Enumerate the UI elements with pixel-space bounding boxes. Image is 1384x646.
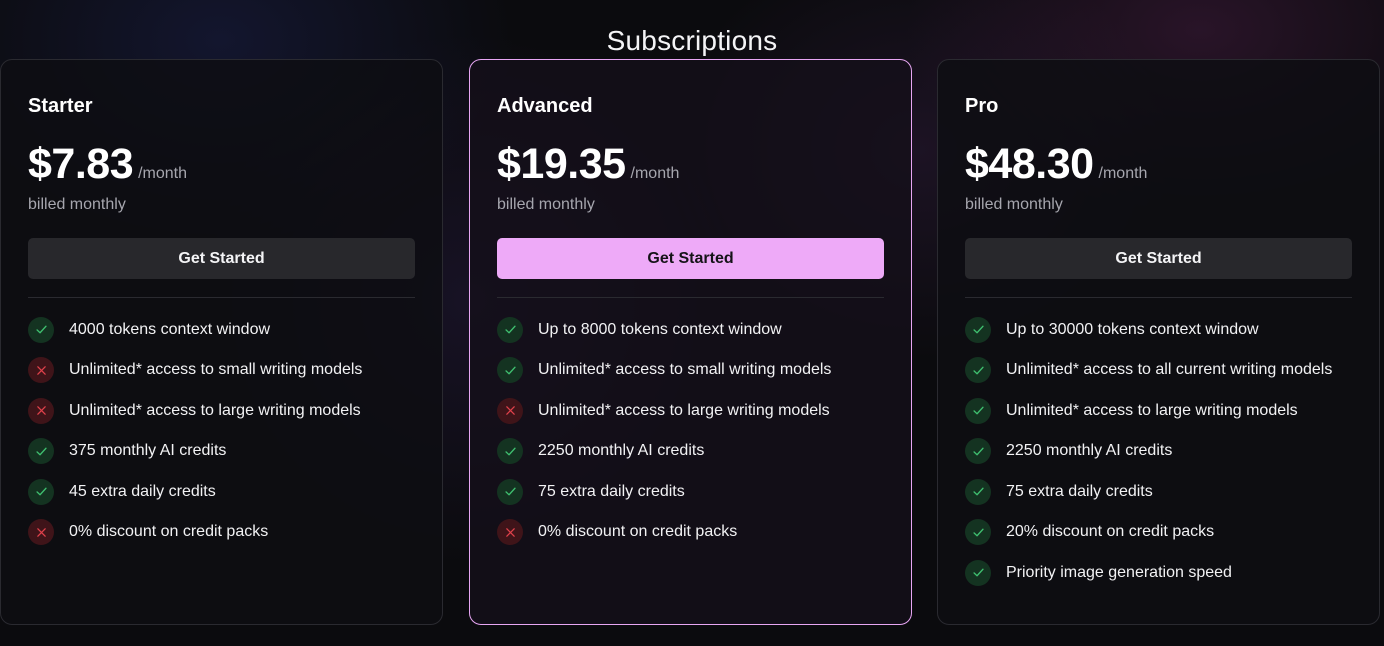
feature-item: 0% discount on credit packs [28, 519, 415, 546]
feature-item: 2250 monthly AI credits [497, 438, 884, 465]
check-icon [965, 478, 991, 505]
divider [965, 297, 1352, 298]
check-icon [28, 478, 54, 505]
check-icon [497, 478, 523, 505]
feature-item: Up to 8000 tokens context window [497, 316, 884, 343]
feature-item: Unlimited* access to all current writing… [965, 357, 1352, 384]
feature-list: 4000 tokens context window Unlimited* acc… [28, 316, 415, 546]
feature-text: 375 monthly AI credits [69, 442, 227, 459]
price-row: $7.83 /month [28, 140, 415, 192]
feature-text: 0% discount on credit packs [69, 523, 269, 540]
feature-text: 0% discount on credit packs [538, 523, 738, 540]
feature-text: Unlimited* access to large writing model… [538, 401, 830, 419]
feature-text: Up to 30000 tokens context window [1006, 320, 1259, 338]
feature-text: 75 extra daily credits [1006, 482, 1153, 500]
close-icon [497, 519, 523, 545]
feature-list: Up to 8000 tokens context window Unlimite… [497, 316, 884, 546]
feature-text: Unlimited* access to large writing model… [1006, 401, 1298, 419]
feature-item: 4000 tokens context window [28, 316, 415, 343]
divider [497, 297, 884, 298]
check-icon [28, 438, 54, 464]
feature-item: Unlimited* access to large writing model… [28, 397, 415, 424]
close-icon [28, 397, 54, 424]
plan-price: $7.83 [28, 140, 134, 188]
divider [28, 297, 415, 298]
feature-list: Up to 30000 tokens context window Unlimit… [965, 316, 1352, 586]
check-icon [497, 357, 523, 383]
feature-item: Up to 30000 tokens context window [965, 316, 1352, 343]
plan-name: Starter [28, 95, 93, 117]
close-icon [497, 397, 523, 424]
feature-text: Unlimited* access to large writing model… [69, 401, 361, 419]
feature-text: Unlimited* access to small writing model… [69, 361, 363, 378]
check-icon [965, 397, 991, 424]
feature-text: 45 extra daily credits [69, 482, 216, 500]
billing-note: billed monthly [497, 196, 595, 213]
close-icon [28, 357, 54, 383]
check-icon [497, 438, 523, 464]
feature-text: 2250 monthly AI credits [538, 442, 705, 459]
feature-item: Unlimited* access to small writing model… [28, 357, 415, 384]
feature-item: 2250 monthly AI credits [965, 438, 1352, 465]
close-icon [28, 519, 54, 545]
plan-name: Advanced [497, 95, 593, 117]
feature-text: 4000 tokens context window [69, 320, 271, 338]
feature-text: Up to 8000 tokens context window [538, 320, 782, 338]
feature-item: 75 extra daily credits [497, 478, 884, 505]
feature-text: Unlimited* access to all current writing… [1006, 361, 1333, 378]
feature-text: Priority image generation speed [1006, 563, 1232, 581]
billing-note: billed monthly [965, 196, 1063, 213]
check-icon [497, 316, 523, 343]
get-started-button-pro[interactable]: Get Started [965, 238, 1352, 279]
feature-item: Unlimited* access to large writing model… [965, 397, 1352, 424]
plan-period: /month [630, 165, 680, 182]
get-started-button-advanced[interactable]: Get Started [497, 238, 884, 279]
feature-item: Unlimited* access to small writing model… [497, 357, 884, 384]
check-icon [965, 559, 991, 586]
feature-item: Priority image generation speed [965, 559, 1352, 586]
plan-card-advanced: Advanced $19.35 /month billed monthly Ge… [469, 59, 912, 625]
check-icon [965, 316, 991, 343]
plan-name: Pro [965, 95, 999, 117]
plan-price: $19.35 [497, 140, 626, 188]
feature-text: 2250 monthly AI credits [1006, 442, 1173, 459]
feature-item: Unlimited* access to large writing model… [497, 397, 884, 424]
price-row: $19.35 /month [497, 140, 884, 192]
plan-card-pro: Pro $48.30 /month billed monthly Get Sta… [937, 59, 1380, 625]
feature-text: Unlimited* access to small writing model… [538, 361, 832, 378]
check-icon [965, 519, 991, 545]
get-started-button-starter[interactable]: Get Started [28, 238, 415, 279]
feature-item: 20% discount on credit packs [965, 519, 1352, 546]
check-icon [28, 316, 54, 343]
plan-period: /month [138, 165, 188, 182]
plan-price: $48.30 [965, 140, 1094, 188]
page-title: Subscriptions [606, 24, 778, 56]
feature-item: 375 monthly AI credits [28, 438, 415, 465]
billing-note: billed monthly [28, 196, 126, 213]
plan-period: /month [1098, 165, 1148, 182]
check-icon [965, 438, 991, 464]
check-icon [965, 357, 991, 383]
feature-item: 75 extra daily credits [965, 478, 1352, 505]
plan-card-starter: Starter $7.83 /month billed monthly Get … [0, 59, 443, 625]
feature-item: 45 extra daily credits [28, 478, 415, 505]
feature-text: 20% discount on credit packs [1006, 523, 1215, 540]
feature-text: 75 extra daily credits [538, 482, 685, 500]
price-row: $48.30 /month [965, 140, 1352, 192]
feature-item: 0% discount on credit packs [497, 519, 884, 546]
